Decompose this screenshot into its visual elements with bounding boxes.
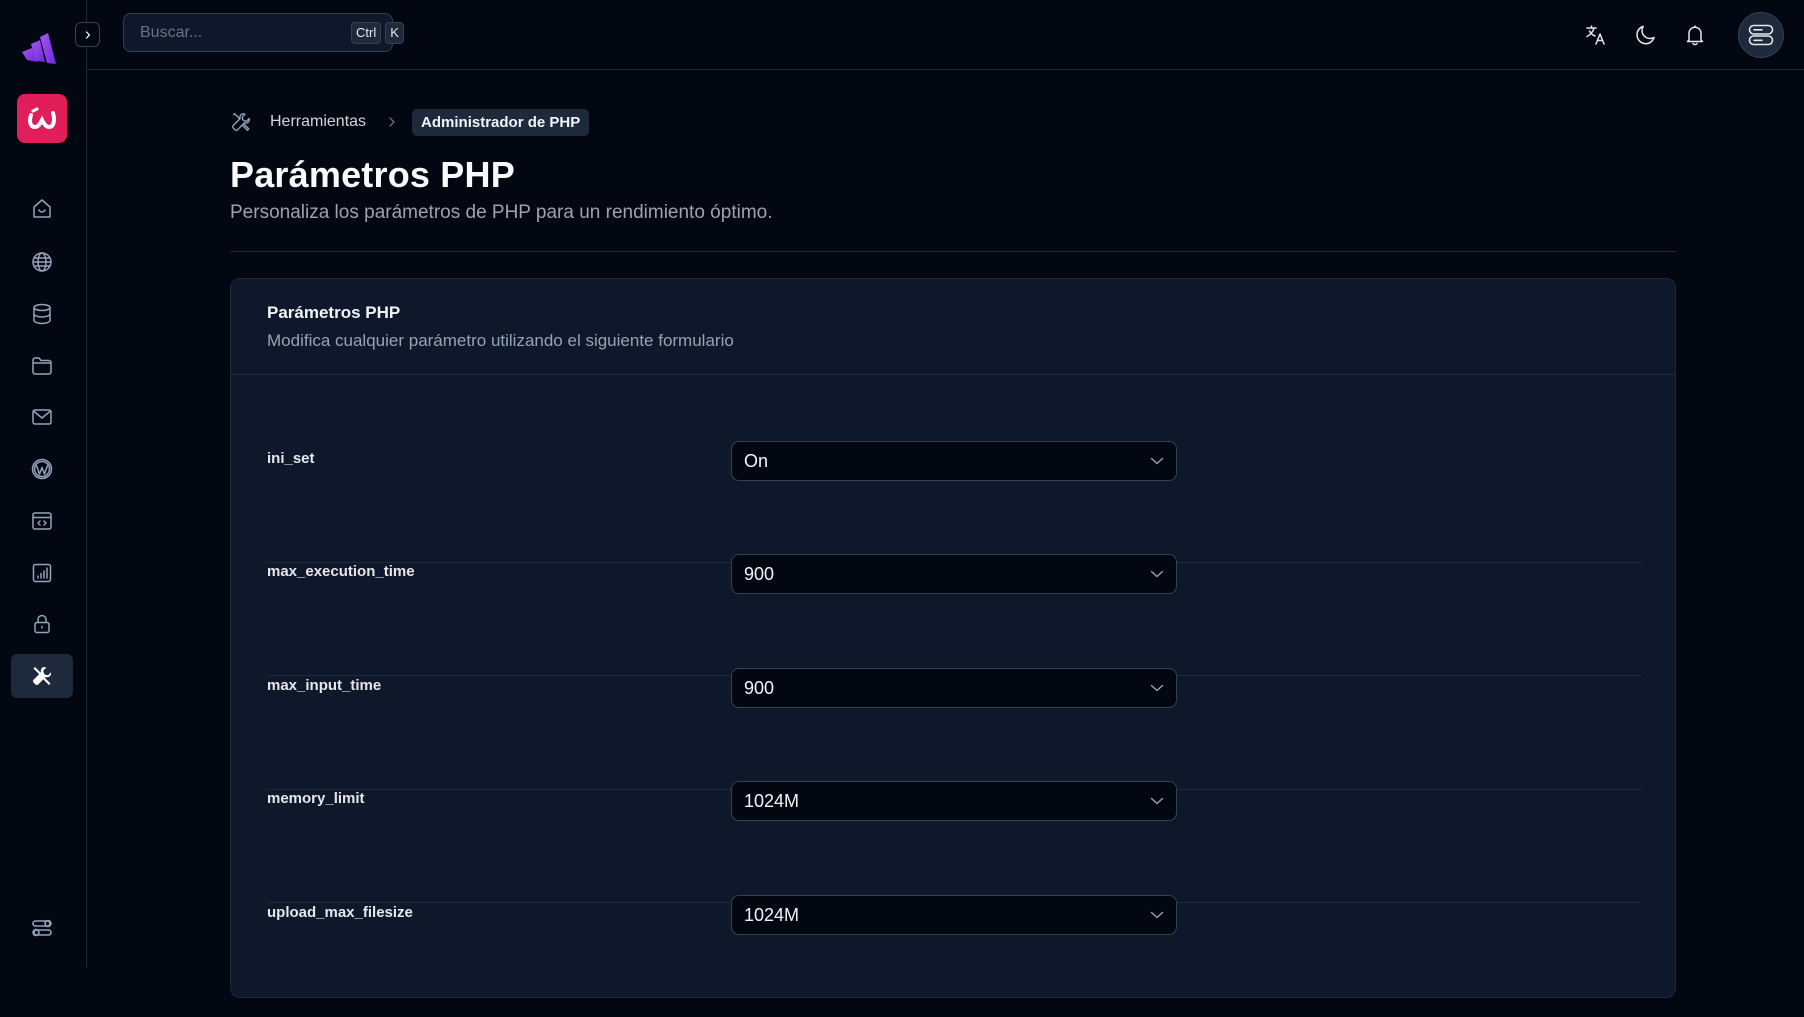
param-label: ini_set	[267, 450, 315, 467]
wordpress-icon	[31, 458, 53, 480]
param-row-max-execution-time: max_execution_time 900	[267, 554, 1641, 676]
param-select-max-input-time[interactable]: 900	[731, 668, 1177, 708]
language-button[interactable]	[1582, 21, 1610, 49]
select-value: 900	[744, 563, 775, 584]
sidebar-item-home[interactable]	[11, 187, 73, 231]
param-select-memory-limit[interactable]: 1024M	[731, 781, 1177, 821]
breadcrumb-parent-link[interactable]: Herramientas	[270, 113, 366, 131]
tools-icon	[232, 113, 250, 131]
page-subtitle: Personaliza los parámetros de PHP para u…	[230, 202, 773, 223]
sidebar-item-security[interactable]	[11, 602, 73, 646]
notifications-button[interactable]	[1681, 21, 1709, 49]
sidebar-item-folder[interactable]	[11, 344, 73, 388]
chevron-right-icon	[389, 117, 395, 127]
sidebar-item-tools[interactable]	[11, 654, 73, 698]
select-value: 900	[744, 677, 775, 698]
bell-icon	[1686, 25, 1704, 46]
mail-icon	[32, 409, 52, 425]
param-label: max_input_time	[267, 677, 382, 694]
chevron-right-icon	[85, 30, 90, 39]
param-row-upload-max-filesize: upload_max_filesize 1024M	[267, 895, 1641, 1017]
card-title: Parámetros PHP	[267, 303, 401, 322]
param-row-ini-set: ini_set On	[267, 441, 1641, 563]
chevron-down-icon	[1150, 684, 1164, 692]
param-row-max-input-time: max_input_time 900	[267, 668, 1641, 790]
shortcut-key-k: K	[385, 21, 404, 44]
card-description: Modifica cualquier parámetro utilizando …	[267, 331, 734, 350]
brand-w-icon	[28, 107, 56, 129]
logo-icon	[22, 33, 56, 64]
param-label: max_execution_time	[267, 563, 415, 580]
param-label: upload_max_filesize	[267, 904, 413, 921]
tools-icon	[33, 667, 51, 685]
sidebar-item-stats[interactable]	[11, 551, 73, 595]
toggles-icon	[32, 919, 52, 937]
chevron-down-icon	[1150, 911, 1164, 919]
theme-toggle-button[interactable]	[1632, 21, 1660, 49]
chevron-down-icon	[1150, 797, 1164, 805]
sidebar-item-mail[interactable]	[11, 395, 73, 439]
php-params-card: Parámetros PHP Modifica cualquier paráme…	[230, 278, 1676, 998]
select-value: On	[744, 450, 769, 471]
search-input[interactable]	[140, 23, 347, 42]
sidebar-toggle-button[interactable]	[75, 22, 100, 47]
moon-icon	[1636, 25, 1655, 45]
param-select-upload-max-filesize[interactable]: 1024M	[731, 895, 1177, 935]
chevron-down-icon	[1150, 570, 1164, 578]
brand-badge[interactable]	[17, 94, 67, 143]
select-value: 1024M	[744, 790, 800, 811]
param-row-memory-limit: memory_limit 1024M	[267, 781, 1641, 903]
sidebar-item-database[interactable]	[11, 292, 73, 336]
breadcrumb: Herramientas Administrador de PHP	[230, 108, 590, 136]
lock-icon	[34, 614, 50, 634]
select-value: 1024M	[744, 904, 800, 925]
card-header: Parámetros PHP Modifica cualquier paráme…	[231, 279, 1675, 375]
code-window-icon	[32, 512, 52, 530]
page-title: Parámetros PHP	[230, 154, 515, 195]
sidebar-item-developer[interactable]	[11, 499, 73, 543]
globe-icon	[32, 252, 52, 272]
search-box[interactable]: Ctrl K	[123, 13, 404, 52]
sidebar-item-wordpress[interactable]	[11, 447, 73, 491]
user-menu-button[interactable]	[1738, 12, 1784, 58]
server-icon	[1748, 24, 1774, 46]
chevron-down-icon	[1150, 457, 1164, 465]
breadcrumb-current: Administrador de PHP	[412, 108, 590, 136]
sidebar-item-settings[interactable]	[11, 906, 73, 950]
param-select-ini-set[interactable]: On	[731, 441, 1177, 481]
home-icon	[33, 199, 51, 218]
translate-icon	[1586, 25, 1605, 45]
param-label: memory_limit	[267, 790, 365, 807]
folder-icon	[32, 357, 52, 375]
sidebar-item-globe[interactable]	[11, 240, 73, 284]
top-bar: Ctrl K	[87, 0, 1804, 70]
divider	[230, 251, 1676, 252]
stats-icon	[32, 563, 52, 583]
param-select-max-execution-time[interactable]: 900	[731, 554, 1177, 594]
database-icon	[33, 303, 51, 325]
shortcut-key-ctrl: Ctrl	[351, 21, 382, 44]
app-logo[interactable]	[20, 32, 58, 66]
sidebar	[0, 0, 87, 967]
